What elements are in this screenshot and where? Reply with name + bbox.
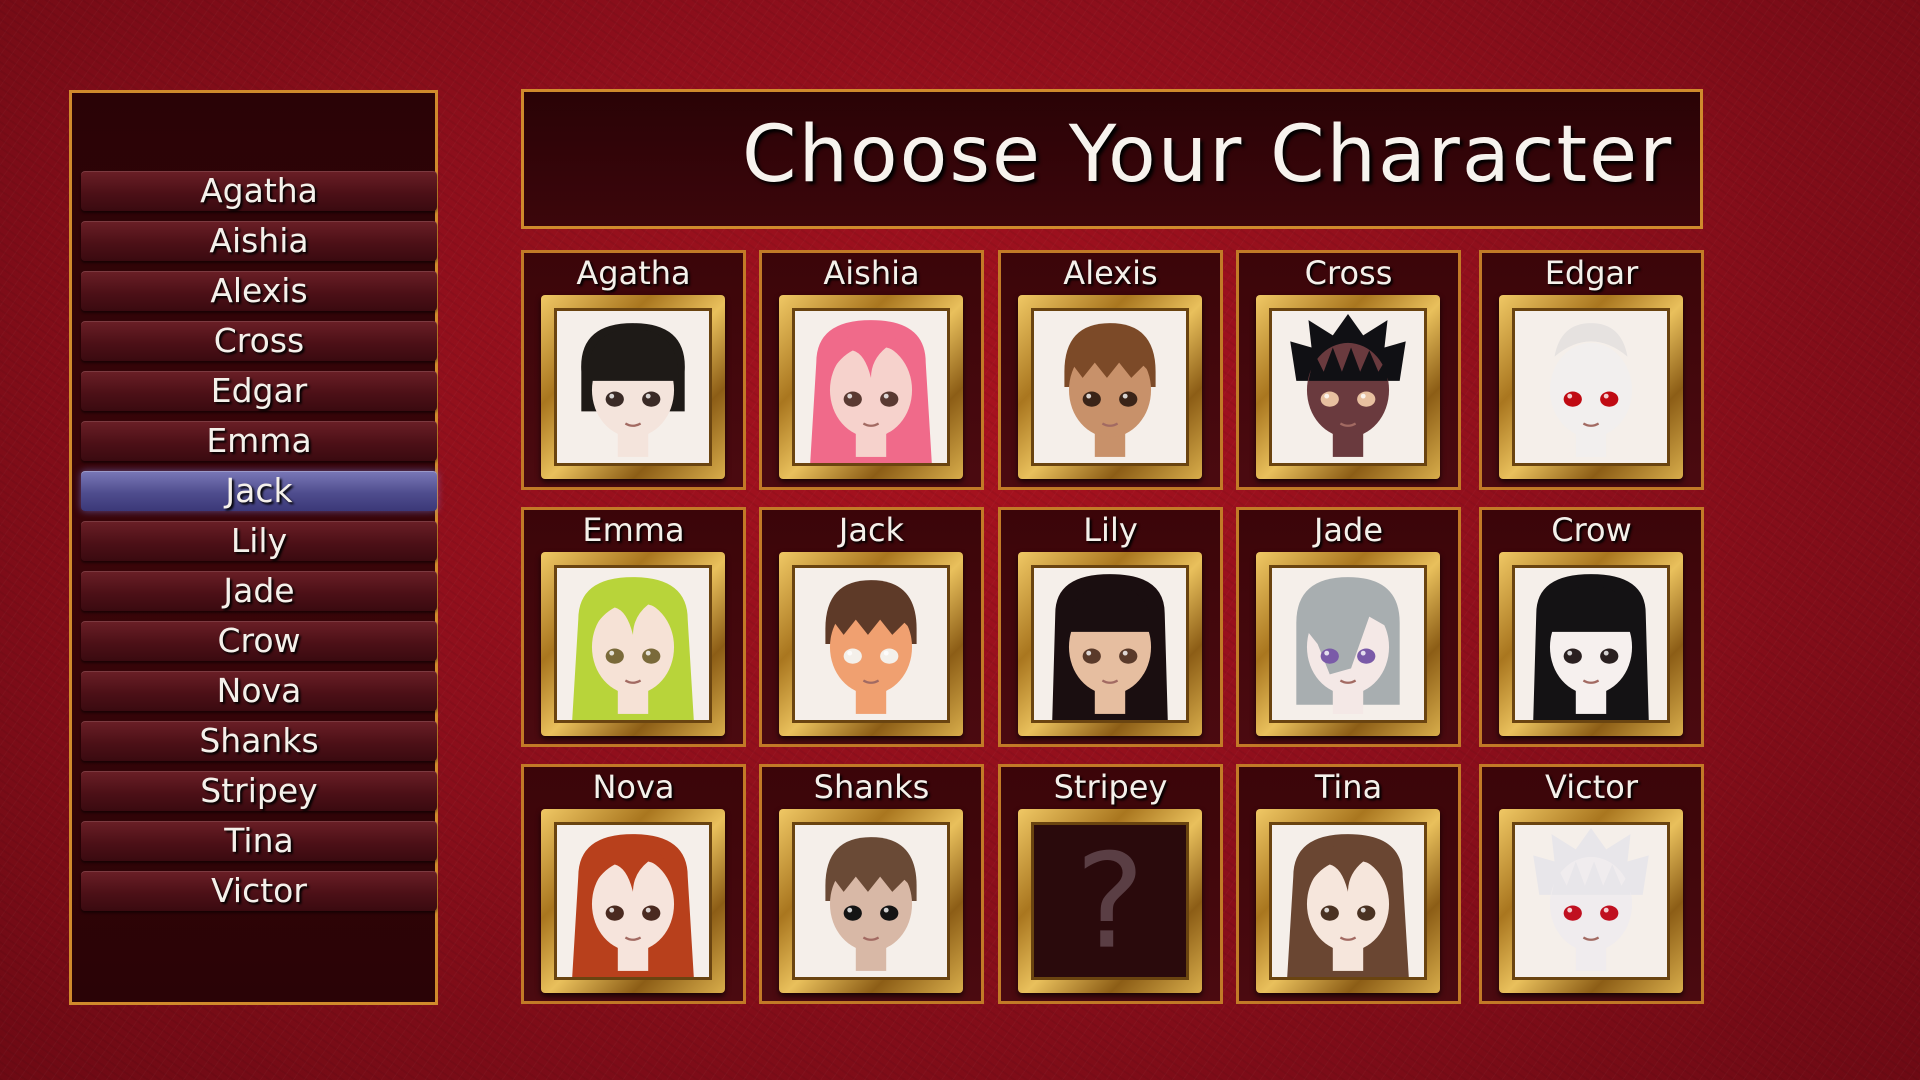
portrait-jade	[1272, 568, 1424, 720]
character-list-item-stripey[interactable]: Stripey	[81, 771, 437, 811]
character-portrait	[792, 822, 950, 980]
portrait-frame	[1499, 552, 1683, 736]
portrait-frame	[779, 552, 963, 736]
portrait-jack	[795, 568, 947, 720]
character-card-shanks[interactable]: Shanks	[759, 764, 984, 1004]
character-name: Lily	[1083, 511, 1138, 549]
character-name: Edgar	[1544, 254, 1639, 292]
character-card-emma[interactable]: Emma	[521, 507, 746, 747]
portrait-frame	[541, 809, 725, 993]
character-card-lily[interactable]: Lily	[998, 507, 1223, 747]
character-list-item-jade[interactable]: Jade	[81, 571, 437, 611]
character-portrait	[554, 565, 712, 723]
character-name: Victor	[1545, 768, 1638, 806]
character-card-agatha[interactable]: Agatha	[521, 250, 746, 490]
portrait-agatha	[557, 311, 709, 463]
portrait-frame	[779, 809, 963, 993]
character-list-item-cross[interactable]: Cross	[81, 321, 437, 361]
character-portrait	[1269, 565, 1427, 723]
character-portrait	[1269, 822, 1427, 980]
character-card-jade[interactable]: Jade	[1236, 507, 1461, 747]
character-portrait	[1031, 308, 1189, 466]
character-card-tina[interactable]: Tina	[1236, 764, 1461, 1004]
character-name: Shanks	[813, 768, 930, 806]
character-list-item-jack[interactable]: Jack	[81, 471, 437, 511]
character-name: Alexis	[1063, 254, 1158, 292]
character-list-item-agatha[interactable]: Agatha	[81, 171, 437, 211]
character-list-item-alexis[interactable]: Alexis	[81, 271, 437, 311]
portrait-frame	[1018, 295, 1202, 479]
character-list-item-lily[interactable]: Lily	[81, 521, 437, 561]
character-list-item-aishia[interactable]: Aishia	[81, 221, 437, 261]
character-portrait	[1512, 565, 1670, 723]
character-portrait	[1269, 308, 1427, 466]
portrait-frame: ?	[1018, 809, 1202, 993]
character-name: Emma	[582, 511, 685, 549]
portrait-emma	[557, 568, 709, 720]
character-portrait	[554, 308, 712, 466]
portrait-frame	[541, 295, 725, 479]
portrait-frame	[1018, 552, 1202, 736]
character-name: Nova	[592, 768, 675, 806]
character-card-aishia[interactable]: Aishia	[759, 250, 984, 490]
character-card-jack[interactable]: Jack	[759, 507, 984, 747]
character-list-item-tina[interactable]: Tina	[81, 821, 437, 861]
character-portrait	[1031, 565, 1189, 723]
portrait-lily	[1034, 568, 1186, 720]
character-name: Aishia	[823, 254, 920, 292]
character-portrait	[1512, 822, 1670, 980]
character-portrait	[792, 308, 950, 466]
character-list-item-nova[interactable]: Nova	[81, 671, 437, 711]
character-card-cross[interactable]: Cross	[1236, 250, 1461, 490]
character-portrait	[554, 822, 712, 980]
character-name: Jack	[838, 511, 905, 549]
portrait-tina	[1272, 825, 1424, 977]
character-portrait	[1512, 308, 1670, 466]
character-card-stripey[interactable]: Stripey?	[998, 764, 1223, 1004]
mystery-portrait: ?	[1034, 825, 1186, 977]
character-card-edgar[interactable]: Edgar	[1479, 250, 1704, 490]
character-name: Cross	[1304, 254, 1393, 292]
character-card-nova[interactable]: Nova	[521, 764, 746, 1004]
portrait-shanks	[795, 825, 947, 977]
character-card-alexis[interactable]: Alexis	[998, 250, 1223, 490]
page-title: Choose Your Character	[742, 110, 1674, 200]
title-banner: Choose Your Character	[521, 89, 1703, 229]
portrait-crow	[1515, 568, 1667, 720]
character-name: Stripey	[1053, 768, 1168, 806]
portrait-frame	[1256, 809, 1440, 993]
character-name: Tina	[1314, 768, 1383, 806]
portrait-nova	[557, 825, 709, 977]
character-portrait	[792, 565, 950, 723]
character-list-item-victor[interactable]: Victor	[81, 871, 437, 911]
svg-text:?: ?	[1075, 826, 1144, 977]
locked-character-portrait: ?	[1031, 822, 1189, 980]
character-list-panel: Agatha Aishia Alexis Cross Edgar Emma Jack Lily…	[69, 90, 438, 1005]
character-name: Agatha	[576, 254, 691, 292]
portrait-frame	[779, 295, 963, 479]
character-list-item-emma[interactable]: Emma	[81, 421, 437, 461]
portrait-alexis	[1034, 311, 1186, 463]
portrait-frame	[1256, 552, 1440, 736]
character-name: Crow	[1551, 511, 1632, 549]
portrait-victor	[1515, 825, 1667, 977]
portrait-cross	[1272, 311, 1424, 463]
portrait-frame	[1256, 295, 1440, 479]
character-list-item-edgar[interactable]: Edgar	[81, 371, 437, 411]
character-list-item-shanks[interactable]: Shanks	[81, 721, 437, 761]
portrait-frame	[1499, 295, 1683, 479]
character-list-item-crow[interactable]: Crow	[81, 621, 437, 661]
portrait-edgar	[1515, 311, 1667, 463]
portrait-frame	[1499, 809, 1683, 993]
character-list: Agatha Aishia Alexis Cross Edgar Emma Jack Lily…	[81, 171, 437, 921]
portrait-aishia	[795, 311, 947, 463]
portrait-frame	[541, 552, 725, 736]
character-card-crow[interactable]: Crow	[1479, 507, 1704, 747]
character-name: Jade	[1313, 511, 1384, 549]
character-card-victor[interactable]: Victor	[1479, 764, 1704, 1004]
